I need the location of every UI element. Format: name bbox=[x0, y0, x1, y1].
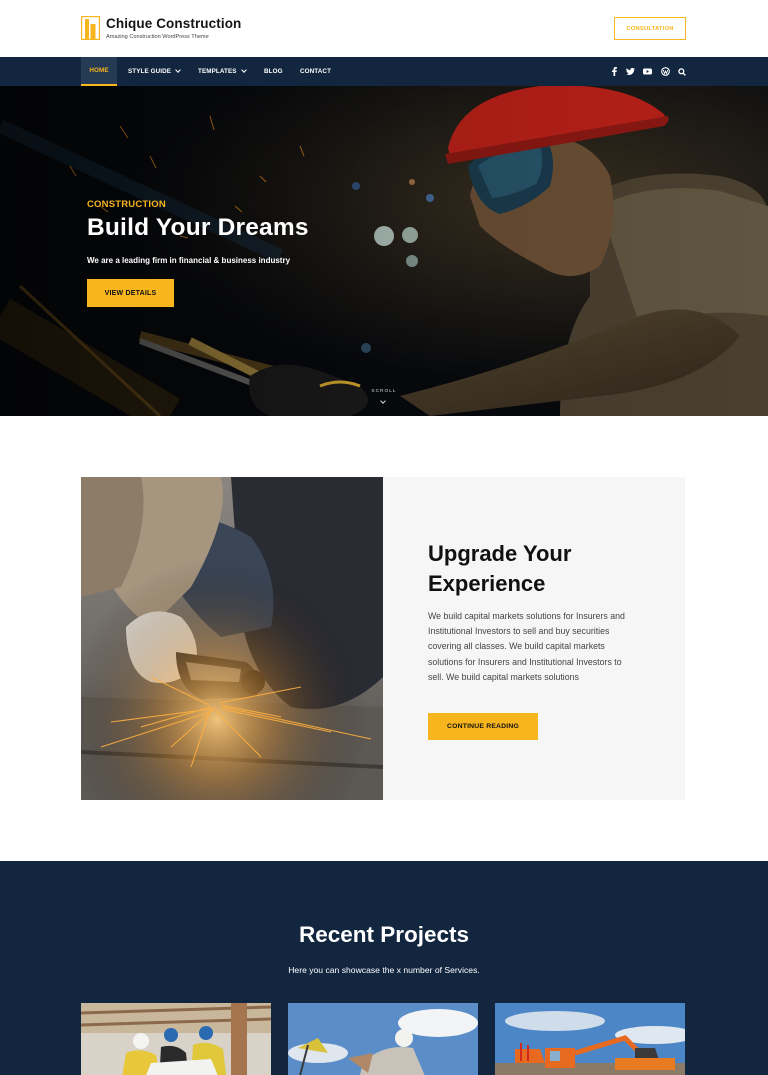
project-card-2[interactable] bbox=[288, 1003, 478, 1075]
main-navigation: HOME STYLE GUIDE TEMPLATES BLOG CONTACT bbox=[0, 57, 768, 86]
search-icon[interactable] bbox=[676, 66, 687, 77]
site-title[interactable]: Chique Construction bbox=[106, 16, 241, 31]
nav-templates-label: TEMPLATES bbox=[198, 68, 237, 75]
site-tagline: Amazing Construction WordPress Theme bbox=[106, 34, 209, 40]
building-logo-icon[interactable] bbox=[81, 16, 100, 40]
continue-reading-button[interactable]: CONTINUE READING bbox=[428, 713, 538, 740]
hero-subtitle: We are a leading firm in financial & bus… bbox=[87, 256, 291, 265]
feature-title: Upgrade Your Experience bbox=[428, 539, 668, 599]
nav-templates[interactable]: TEMPLATES bbox=[198, 57, 247, 86]
project-card-3[interactable] bbox=[495, 1003, 685, 1075]
nav-style-guide[interactable]: STYLE GUIDE bbox=[128, 57, 181, 86]
hero-background-image bbox=[0, 86, 768, 416]
scroll-indicator-label[interactable]: SCROLL bbox=[370, 389, 398, 394]
nav-blog-label: BLOG bbox=[264, 68, 283, 75]
nav-contact-label: CONTACT bbox=[300, 68, 332, 75]
twitter-icon[interactable] bbox=[625, 66, 636, 77]
youtube-icon[interactable] bbox=[642, 66, 653, 77]
chevron-down-icon bbox=[240, 67, 247, 73]
wordpress-icon[interactable] bbox=[660, 66, 671, 77]
hero-banner: CONSTRUCTION Build Your Dreams We are a … bbox=[0, 86, 768, 416]
project-card-1[interactable] bbox=[81, 1003, 271, 1075]
feature-title-line-2: Experience bbox=[428, 571, 546, 596]
nav-home[interactable]: HOME bbox=[81, 57, 117, 86]
view-details-button[interactable]: VIEW DETAILS bbox=[87, 279, 174, 307]
consultation-button[interactable]: CONSULTATION bbox=[614, 17, 686, 40]
site-header: Chique Construction Amazing Construction… bbox=[0, 0, 768, 57]
projects-title: Recent Projects bbox=[298, 922, 470, 947]
nav-style-guide-label: STYLE GUIDE bbox=[128, 68, 172, 75]
hero-kicker: CONSTRUCTION bbox=[87, 199, 166, 210]
feature-description: We build capital markets solutions for I… bbox=[428, 611, 625, 682]
recent-projects-section: Recent Projects Here you can showcase th… bbox=[0, 861, 768, 1075]
nav-contact[interactable]: CONTACT bbox=[300, 57, 331, 86]
chevron-down-icon bbox=[175, 67, 181, 73]
feature-title-line-1: Upgrade Your bbox=[428, 541, 572, 566]
nav-blog[interactable]: BLOG bbox=[264, 57, 283, 86]
feature-panel: Upgrade Your Experience We build capital… bbox=[383, 477, 685, 800]
nav-home-label: HOME bbox=[89, 67, 109, 74]
hero-title: Build Your Dreams bbox=[87, 214, 309, 241]
feature-image bbox=[81, 477, 383, 800]
facebook-icon[interactable] bbox=[609, 66, 620, 77]
projects-subtitle: Here you can showcase the x number of Se… bbox=[288, 965, 480, 975]
